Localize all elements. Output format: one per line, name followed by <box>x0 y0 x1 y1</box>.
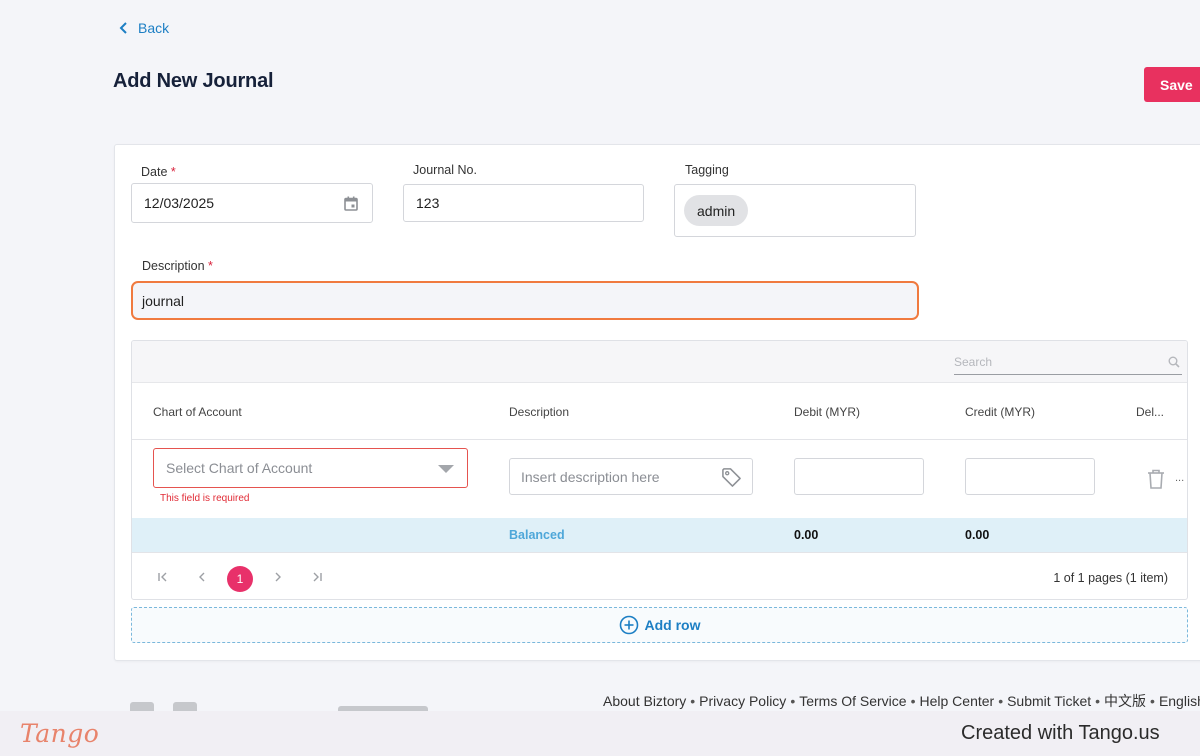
pagination: 1 1 of 1 pages (1 item) <box>132 552 1187 599</box>
first-page-icon[interactable] <box>156 570 170 584</box>
search-placeholder: Search <box>954 355 993 369</box>
line-description-input[interactable]: Insert description here <box>509 458 753 495</box>
footer-link-chinese[interactable]: 中文版 <box>1104 693 1146 709</box>
line-description-placeholder: Insert description here <box>521 468 660 485</box>
date-label: Date * <box>141 165 176 179</box>
search-icon <box>1168 356 1180 368</box>
date-value: 12/03/2025 <box>144 195 215 211</box>
chart-of-account-error: This field is required <box>160 493 250 504</box>
required-marker: * <box>208 259 213 273</box>
page-info: 1 of 1 pages (1 item) <box>1053 571 1168 585</box>
footer-links: About Biztory • Privacy Policy • Terms Of Se… <box>603 691 1200 711</box>
footer-link-ticket[interactable]: Submit Ticket <box>1007 693 1091 709</box>
more-indicator: ... <box>1175 472 1185 484</box>
tagging-input[interactable]: admin <box>674 184 916 237</box>
description-input[interactable]: journal <box>131 281 919 320</box>
balance-status: Balanced <box>509 528 565 542</box>
grid-search-input[interactable]: Search <box>954 350 1182 375</box>
tag-chip-admin[interactable]: admin <box>684 195 749 226</box>
footer-link-about[interactable]: About Biztory <box>603 693 686 709</box>
column-header-delete[interactable]: Del... <box>1136 405 1164 419</box>
plus-circle-icon <box>619 615 638 635</box>
add-row-button[interactable]: Add row <box>131 607 1188 643</box>
prev-page-icon[interactable] <box>195 570 209 584</box>
header-divider <box>132 439 1187 440</box>
chart-of-account-placeholder: Select Chart of Account <box>166 460 313 476</box>
tango-created-text: Created with Tango.us <box>961 722 1160 744</box>
journal-lines-grid: Search Chart of Account Description Debi… <box>131 340 1188 600</box>
page-1-button[interactable]: 1 <box>227 566 253 592</box>
required-marker: * <box>170 165 176 179</box>
column-header-chart-of-account[interactable]: Chart of Account <box>153 405 242 419</box>
next-page-icon[interactable] <box>271 570 285 584</box>
description-label: Description * <box>142 259 213 273</box>
save-button[interactable]: Save <box>1144 67 1200 102</box>
tango-watermark-bar: Tango Created with Tango.us <box>0 711 1200 756</box>
tag-icon[interactable] <box>721 467 742 488</box>
back-label: Back <box>138 20 170 36</box>
debit-input[interactable] <box>794 458 924 495</box>
credit-total: 0.00 <box>965 528 990 542</box>
trash-icon[interactable] <box>1146 468 1166 490</box>
totals-row: Balanced 0.00 0.00 <box>132 518 1187 552</box>
chevron-left-icon <box>119 22 127 34</box>
footer-link-english[interactable]: English <box>1159 693 1200 709</box>
footer-link-help[interactable]: Help Center <box>919 693 994 709</box>
description-value: journal <box>142 292 185 309</box>
tango-logo: Tango <box>20 719 100 748</box>
grid-toolbar: Search <box>132 341 1187 383</box>
tagging-label: Tagging <box>685 163 729 177</box>
journal-no-input[interactable]: 123 <box>403 184 644 222</box>
column-header-description[interactable]: Description <box>509 405 569 419</box>
calendar-icon[interactable] <box>344 196 358 211</box>
last-page-icon[interactable] <box>310 570 324 584</box>
journal-no-value: 123 <box>416 195 440 211</box>
column-header-debit[interactable]: Debit (MYR) <box>794 405 860 419</box>
footer-link-terms[interactable]: Terms Of Service <box>799 693 906 709</box>
chart-of-account-select[interactable]: Select Chart of Account <box>153 448 468 488</box>
page-title: Add New Journal <box>113 70 274 92</box>
footer-link-privacy[interactable]: Privacy Policy <box>699 693 786 709</box>
credit-input[interactable] <box>965 458 1095 495</box>
back-link[interactable]: Back <box>118 18 169 38</box>
caret-down-icon <box>438 465 454 473</box>
debit-total: 0.00 <box>794 528 819 542</box>
journal-no-label: Journal No. <box>413 163 477 177</box>
add-row-label: Add row <box>644 617 701 633</box>
column-header-credit[interactable]: Credit (MYR) <box>965 405 1035 419</box>
date-input[interactable]: 12/03/2025 <box>131 183 373 223</box>
